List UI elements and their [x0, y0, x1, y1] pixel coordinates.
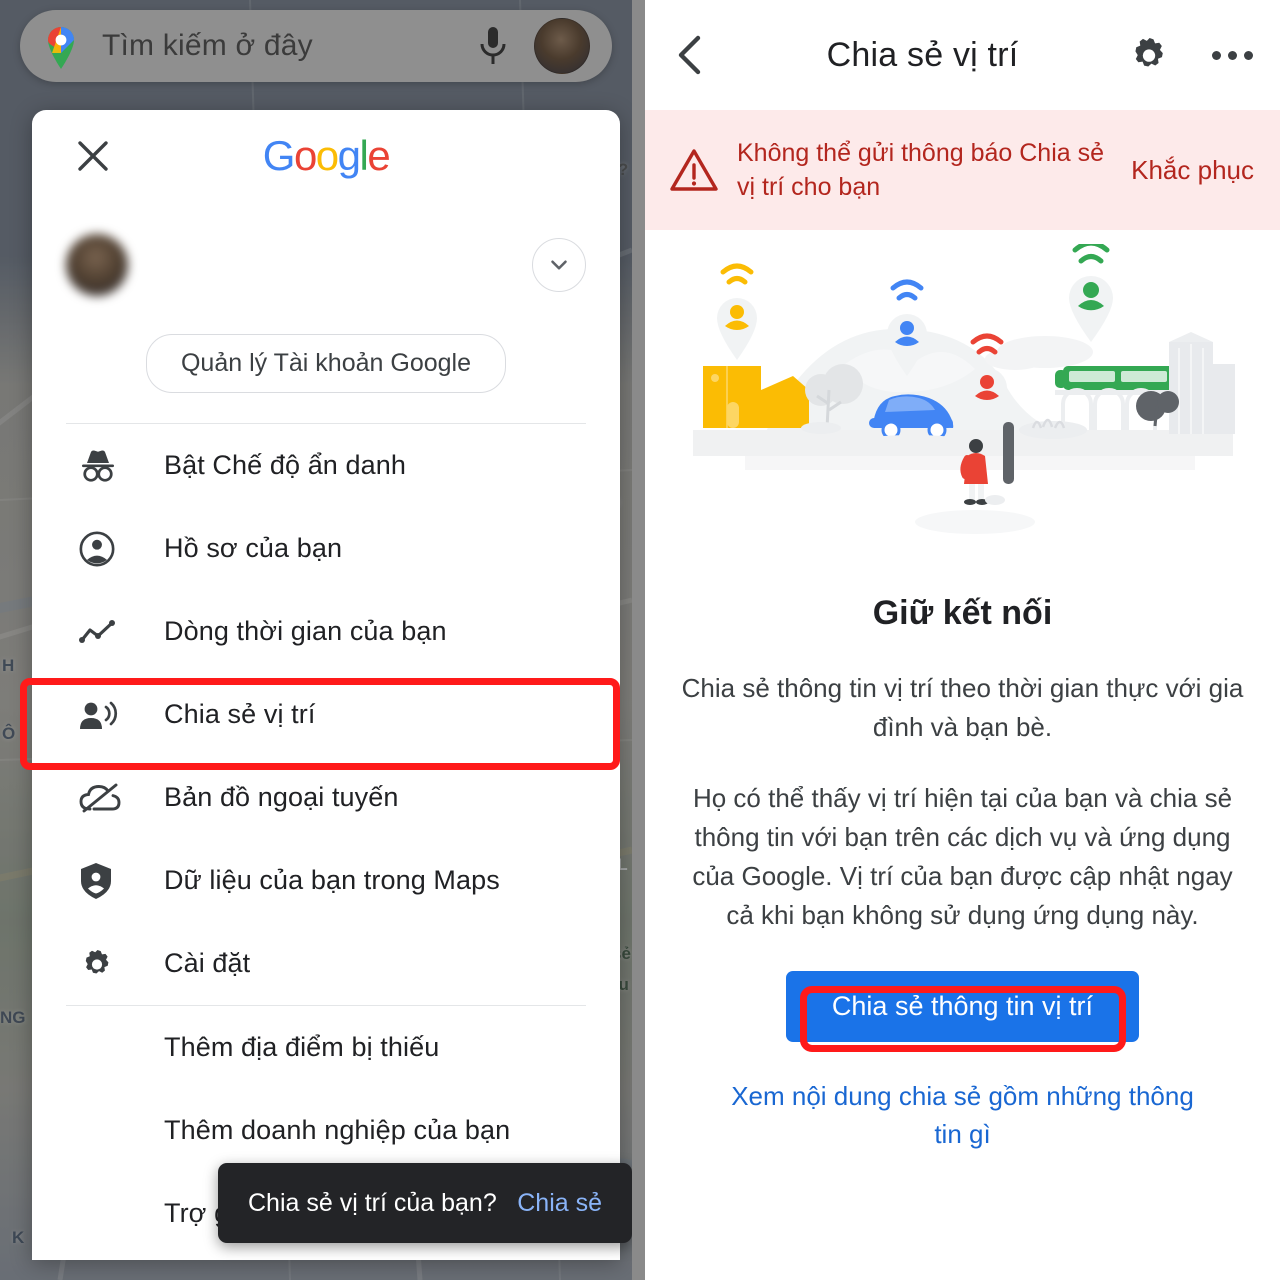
menu-item-share-location[interactable]: Chia sẻ vị trí — [32, 673, 620, 756]
menu-item-settings[interactable]: Cài đặt — [32, 922, 620, 1005]
location-sharing-illustration — [693, 244, 1235, 534]
menu-item-label: Thêm doanh nghiệp của bạn — [164, 1115, 511, 1145]
page-title: Chia sẻ vị trí — [826, 35, 1019, 74]
left-panel-maps-menu: H Ô NG K p QL sẻ àu o. ? Tìm kiếm ở đ — [0, 0, 632, 1280]
pin-yellow — [717, 263, 757, 360]
app-bar: Chia sẻ vị trí — [645, 0, 1280, 110]
google-logo: Google — [262, 132, 391, 180]
chevron-down-icon[interactable] — [532, 238, 586, 292]
content-paragraph-2: Họ có thể thấy vị trí hiện tại của bạn v… — [692, 783, 1233, 930]
manage-account-row: Quản lý Tài khoản Google — [32, 312, 620, 423]
share-location-icon — [78, 695, 126, 735]
menu-item-label: Bật Chế độ ẩn danh — [164, 450, 406, 480]
yellow-building — [703, 366, 809, 428]
content-paragraph-1: Chia sẻ thông tin vị trí theo thời gian … — [681, 673, 1244, 742]
snackbar-action-share[interactable]: Chia sẻ — [517, 1189, 602, 1218]
logo-letter-g1: G — [262, 132, 296, 179]
cloud-off-icon — [78, 778, 126, 818]
logo-letter-g2: g — [337, 132, 361, 179]
more-dot-3 — [1243, 50, 1253, 60]
menu-item-your-data-in-maps[interactable]: Dữ liệu của bạn trong Maps — [32, 839, 620, 922]
screenshot-root: H Ô NG K p QL sẻ àu o. ? Tìm kiếm ở đ — [0, 0, 1280, 1280]
right-panel-location-sharing: Chia sẻ vị trí Không thể gửi thông báo C… — [645, 0, 1280, 1280]
shield-person-icon — [78, 861, 126, 901]
sheet-header: Google — [32, 110, 620, 202]
incognito-icon — [78, 446, 126, 486]
timeline-icon — [78, 612, 126, 652]
logo-letter-e: e — [367, 132, 390, 179]
snackbar-message: Chia sẻ vị trí của bạn? — [248, 1188, 497, 1217]
logo-letter-o2: o — [315, 132, 339, 179]
content-body: Giữ kết nối Chia sẻ thông tin vị trí the… — [645, 594, 1280, 1153]
google-maps-pin-icon — [42, 23, 80, 69]
primary-action-row: Chia sẻ thông tin vị trí — [681, 971, 1244, 1042]
google-account-sheet: Google Quản lý Tài khoản Google Bật Chế … — [32, 110, 620, 1260]
menu-item-label: Cài đặt — [164, 948, 251, 978]
account-avatar — [66, 234, 128, 296]
menu-item-label: Hồ sơ của bạn — [164, 533, 343, 563]
manage-google-account-button[interactable]: Quản lý Tài khoản Google — [145, 334, 506, 393]
microphone-icon[interactable] — [478, 25, 508, 67]
more-options-icon[interactable] — [1210, 33, 1254, 77]
share-location-primary-button[interactable]: Chia sẻ thông tin vị trí — [785, 971, 1140, 1042]
menu-item-label: Chia sẻ vị trí — [164, 699, 316, 729]
menu-item-label: Dòng thời gian của bạn — [164, 616, 447, 646]
learn-what-is-shared-link[interactable]: Xem nội dung chia sẻ gồm những thông tin… — [681, 1078, 1244, 1153]
menu-item-label: Bản đồ ngoại tuyến — [164, 782, 399, 812]
logo-letter-l: l — [359, 132, 369, 179]
more-dot-1 — [1211, 50, 1221, 60]
search-input-placeholder[interactable]: Tìm kiếm ở đây — [102, 29, 478, 63]
menu-item-your-timeline[interactable]: Dòng thời gian của bạn — [32, 590, 620, 673]
account-row[interactable] — [32, 202, 620, 312]
gear-icon — [78, 944, 126, 984]
search-bar[interactable]: Tìm kiếm ở đây — [20, 10, 612, 82]
more-dot-2 — [1227, 50, 1237, 60]
account-circle-icon — [78, 529, 126, 569]
warning-triangle-icon — [669, 147, 719, 193]
error-message: Không thể gửi thông báo Chia sẻ vị trí c… — [737, 138, 1105, 202]
menu-item-add-your-business[interactable]: Thêm doanh nghiệp của bạn — [32, 1089, 620, 1172]
error-banner: Không thể gửi thông báo Chia sẻ vị trí c… — [645, 110, 1280, 230]
content-heading: Giữ kết nối — [872, 594, 1053, 632]
close-icon[interactable] — [76, 139, 110, 173]
grey-buildings — [1169, 332, 1235, 434]
menu-item-your-profile[interactable]: Hồ sơ của bạn — [32, 507, 620, 590]
menu-item-offline-maps[interactable]: Bản đồ ngoại tuyến — [32, 756, 620, 839]
menu-item-incognito[interactable]: Bật Chế độ ẩn danh — [32, 424, 620, 507]
menu-item-label: Thêm địa điểm bị thiếu — [164, 1032, 440, 1062]
menu-item-label: Dữ liệu của bạn trong Maps — [164, 865, 500, 895]
logo-letter-o1: o — [293, 132, 317, 179]
panel-gutter — [632, 0, 645, 1280]
pin-green — [1069, 244, 1113, 342]
back-arrow-icon[interactable] — [673, 32, 709, 78]
avatar[interactable] — [534, 18, 590, 74]
error-fix-action[interactable]: Khắc phục — [1131, 155, 1254, 186]
snackbar: Chia sẻ vị trí của bạn? Chia sẻ — [218, 1163, 632, 1243]
gear-icon[interactable] — [1126, 32, 1172, 78]
menu-item-add-missing-place[interactable]: Thêm địa điểm bị thiếu — [32, 1006, 620, 1089]
